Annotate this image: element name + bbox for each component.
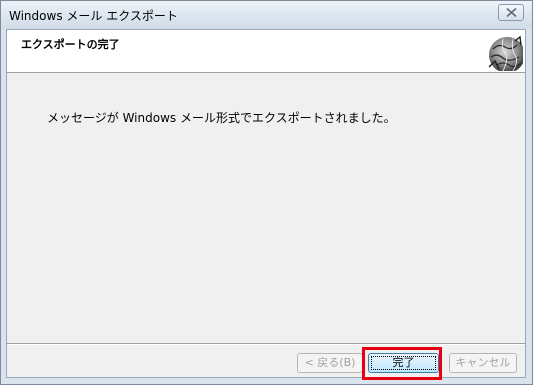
wizard-header-title: エクスポートの完了 (21, 38, 120, 51)
globe-icon (488, 35, 523, 71)
wizard-header: エクスポートの完了 (7, 30, 525, 73)
cancel-button[interactable]: キャンセル (449, 353, 517, 373)
title-bar: Windows メール エクスポート (1, 1, 532, 29)
export-complete-message: メッセージが Windows メール形式でエクスポートされました。 (47, 111, 396, 125)
window-title: Windows メール エクスポート (9, 9, 178, 23)
footer-divider (7, 343, 525, 345)
close-icon (506, 8, 517, 17)
back-button[interactable]: < 戻る(B) (297, 353, 363, 373)
wizard-page: エクスポートの完了 メッセージが Windows メール形式でエクスポートされま… (6, 29, 526, 378)
finish-highlight-frame (362, 347, 442, 380)
close-button[interactable] (498, 4, 524, 21)
export-wizard-window: Windows メール エクスポート エクスポートの完了 メッセージが Wind… (0, 0, 533, 385)
